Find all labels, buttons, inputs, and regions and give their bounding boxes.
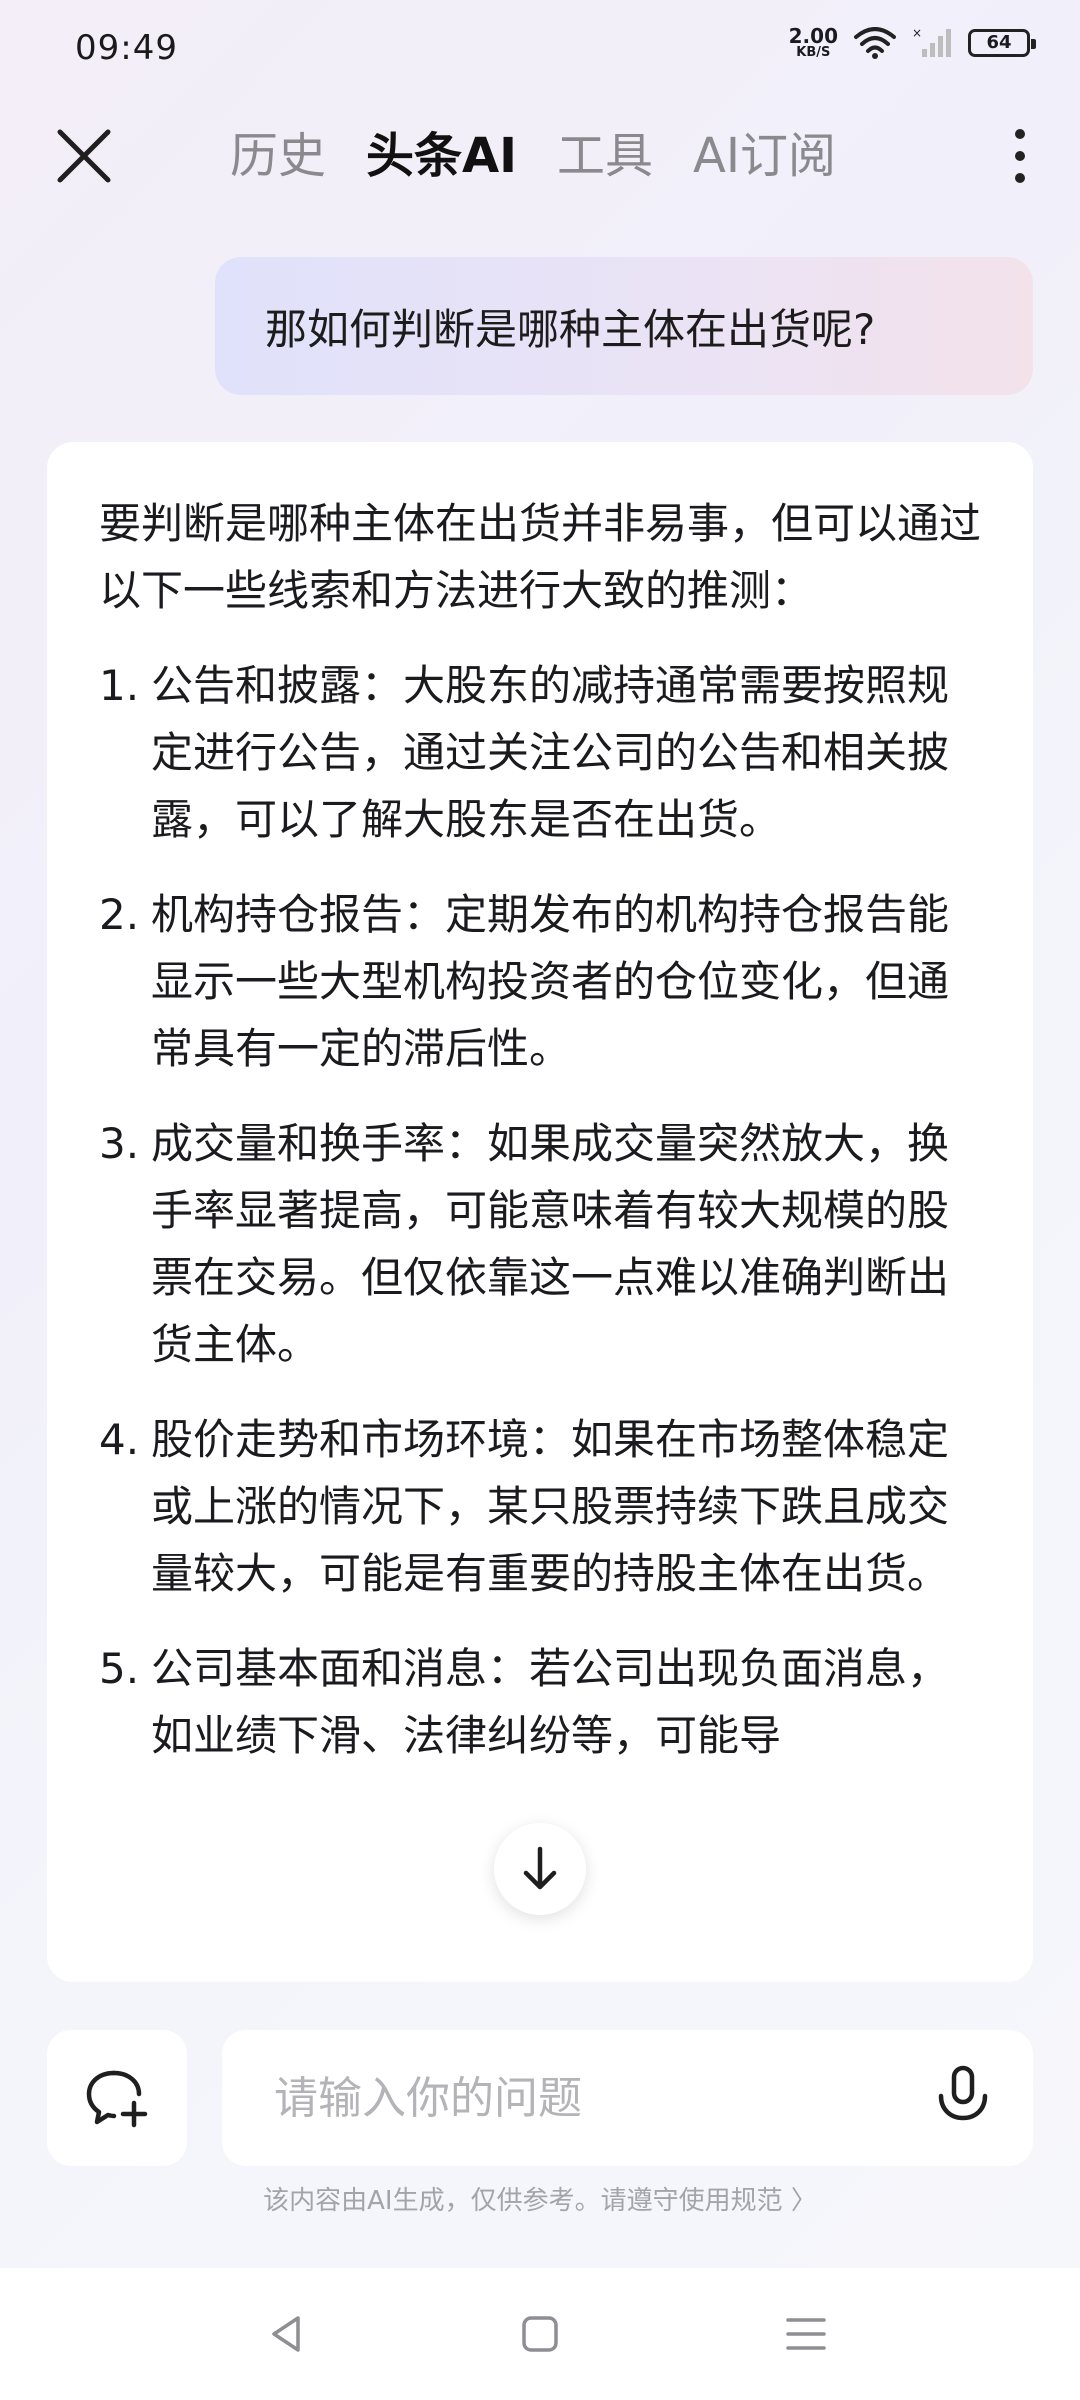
battery-icon: 64 [968, 28, 1036, 57]
answer-point: 5. 公司基本面和消息：若公司出现负面消息，如业绩下滑、法律纠纷等，可能导 [99, 1635, 985, 1769]
ai-disclaimer[interactable]: 该内容由AI生成，仅供参考。请遵守使用规范 〉 [0, 2180, 1080, 2217]
wifi-icon [854, 26, 896, 59]
tab-bar: 历史 头条AI 工具 AI订阅 [230, 122, 836, 190]
scroll-to-bottom-button[interactable] [494, 1823, 586, 1915]
answer-fade [47, 1962, 1033, 1982]
network-speed-value: 2.00 [788, 24, 838, 48]
point-number: 2. [99, 890, 140, 939]
new-chat-icon [86, 2070, 148, 2128]
point-number: 1. [99, 661, 140, 710]
top-nav: 历史 头条AI 工具 AI订阅 [0, 110, 1080, 200]
new-chat-button[interactable] [47, 2030, 187, 2166]
tab-ai-subscription[interactable]: AI订阅 [693, 122, 836, 190]
tab-toutiao-ai[interactable]: 头条AI [366, 122, 517, 190]
user-message-bubble: 那如何判断是哪种主体在出货呢? [215, 257, 1033, 395]
network-speed-unit: KB/S [796, 45, 831, 60]
voice-input-button[interactable] [933, 2064, 993, 2132]
answer-point: 4. 股价走势和市场环境：如果在市场整体稳定或上涨的情况下，某只股票持续下跌且成… [99, 1406, 985, 1607]
recents-menu-icon [786, 2318, 826, 2350]
answer-point: 2. 机构持仓报告：定期发布的机构持仓报告能显示一些大型机构投资者的仓位变化，但… [99, 881, 985, 1082]
answer-point: 3. 成交量和换手率：如果成交量突然放大，换手率显著提高，可能意味着有较大规模的… [99, 1110, 985, 1378]
close-icon [57, 129, 111, 183]
point-text: 机构持仓报告：定期发布的机构持仓报告能显示一些大型机构投资者的仓位变化，但通常具… [151, 890, 950, 1073]
tab-tools[interactable]: 工具 [557, 122, 653, 190]
tab-history[interactable]: 历史 [230, 122, 326, 190]
point-text: 公司基本面和消息：若公司出现负面消息，如业绩下滑、法律纠纷等，可能导 [151, 1644, 950, 1760]
point-number: 3. [99, 1119, 140, 1168]
close-button[interactable] [50, 122, 118, 190]
arrow-down-icon [523, 1846, 557, 1890]
signal-icon: × [912, 27, 951, 57]
ai-answer-card: 要判断是哪种主体在出货并非易事，但可以通过以下一些线索和方法进行大致的推测： 1… [47, 442, 1033, 1982]
nav-back-button[interactable] [258, 2306, 314, 2362]
point-text: 成交量和换手率：如果成交量突然放大，换手率显著提高，可能意味着有较大规模的股票在… [151, 1119, 950, 1369]
back-triangle-icon [272, 2316, 300, 2352]
more-vertical-icon[interactable] [1000, 120, 1040, 192]
user-message-text: 那如何判断是哪种主体在出货呢? [265, 304, 876, 354]
point-number: 4. [99, 1415, 140, 1464]
answer-intro: 要判断是哪种主体在出货并非易事，但可以通过以下一些线索和方法进行大致的推测： [99, 499, 982, 615]
battery-level: 64 [986, 32, 1012, 53]
svg-text:×: × [912, 27, 922, 40]
home-square-icon [522, 2316, 558, 2352]
point-text: 公告和披露：大股东的减持通常需要按照规定进行公告，通过关注公司的公告和相关披露，… [151, 661, 950, 844]
answer-point: 1. 公告和披露：大股东的减持通常需要按照规定进行公告，通过关注公司的公告和相关… [99, 652, 985, 853]
nav-recents-button[interactable] [778, 2306, 834, 2362]
question-input[interactable] [272, 2071, 876, 2125]
status-time: 09:49 [75, 28, 178, 68]
network-speed: 2.00 KB/S [789, 26, 838, 59]
point-text: 股价走势和市场环境：如果在市场整体稳定或上涨的情况下，某只股票持续下跌且成交量较… [151, 1415, 950, 1598]
point-number: 5. [99, 1644, 140, 1693]
status-icons: 2.00 KB/S × 64 [789, 26, 1036, 59]
question-input-box[interactable] [222, 2030, 1033, 2166]
status-bar: 09:49 2.00 KB/S × 64 [0, 0, 1080, 100]
nav-home-button[interactable] [512, 2306, 568, 2362]
system-nav-bar [0, 2268, 1080, 2400]
mic-icon [938, 2065, 988, 2121]
